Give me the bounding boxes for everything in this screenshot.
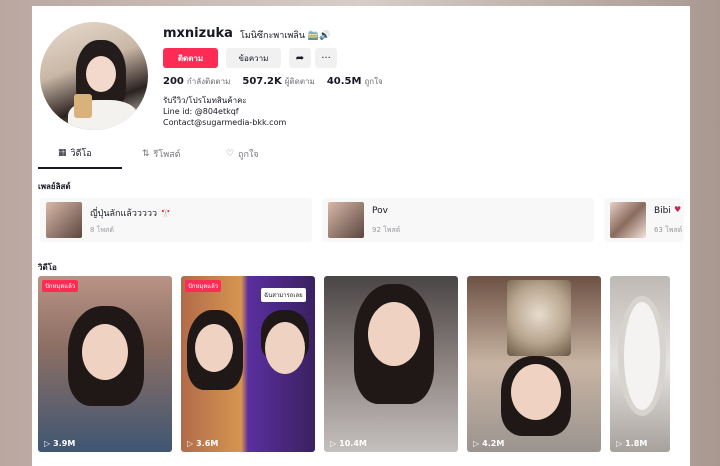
- person-face: [511, 364, 561, 420]
- playlist-name: ญี่ปุ่นลักแล้ววววว 🎌: [90, 209, 172, 219]
- tab-liked[interactable]: ♡ ถูกใจ: [206, 146, 290, 169]
- video-thumbnail[interactable]: ▷ 4.2M: [467, 276, 601, 452]
- bio-line: รับรีวิว/โปรโมทสินค้าคะ: [163, 96, 247, 105]
- playlist-thumbnail: [328, 202, 364, 238]
- view-count: ▷ 4.2M: [473, 439, 505, 448]
- playlist-name: Pov: [372, 206, 388, 216]
- sloth-overlay-image: [507, 280, 571, 356]
- avatar-cup: [74, 94, 92, 118]
- nickname: โมนิซึกะพาเพลิน 🚞🔊: [240, 31, 331, 41]
- profile-tabs: ▦ วิดีโอ ⇅ รีโพสต์ ♡ ถูกใจ: [38, 146, 290, 169]
- username: mxnizuka: [163, 26, 233, 41]
- bio-line: Line id: @804etkqf: [163, 107, 239, 116]
- avatar-face: [86, 56, 116, 92]
- video-thumbnail[interactable]: ▷ 10.4M: [324, 276, 458, 452]
- stat-following[interactable]: 200 กำลังติดตาม: [163, 75, 230, 88]
- heart-icon: ♥: [674, 205, 682, 214]
- playlist-card[interactable]: ญี่ปุ่นลักแล้ววววว 🎌 8 โพสต์: [40, 198, 312, 242]
- tiktok-profile-page: mxnizuka โมนิซึกะพาเพลิน 🚞🔊 ติดตาม ข้อคว…: [32, 6, 690, 466]
- playlist-name: Bibi: [654, 206, 671, 216]
- video-overlay-text: ฉันสามารถเลย: [261, 288, 306, 302]
- play-icon: ▷: [330, 439, 337, 448]
- video-thumbnail[interactable]: ▷ 1.8M: [610, 276, 670, 452]
- playlist-thumbnail: [46, 202, 82, 238]
- more-options-button[interactable]: ···: [315, 48, 337, 68]
- playlist-list: ญี่ปุ่นลักแล้ววววว 🎌 8 โพสต์ Pov 92 โพสต…: [40, 198, 684, 242]
- toilet-image: [618, 296, 666, 416]
- person-face: [195, 324, 233, 372]
- tab-reposts[interactable]: ⇅ รีโพสต์: [122, 146, 206, 169]
- stat-likes: 40.5M ถูกใจ: [326, 76, 383, 87]
- playlist-count: 92 โพสต์: [372, 226, 401, 234]
- bio-line: Contact@sugarmedia-bkk.com: [163, 118, 287, 127]
- grid-icon: ▦: [58, 148, 67, 158]
- videos-heading: วิดีโอ: [38, 263, 57, 272]
- more-icon: ···: [321, 52, 331, 64]
- play-icon: ▷: [44, 439, 51, 448]
- view-count: ▷ 1.8M: [616, 439, 648, 448]
- playlist-thumbnail: [610, 202, 646, 238]
- share-button[interactable]: ➦: [289, 48, 311, 68]
- view-count: ▷ 3.6M: [187, 439, 219, 448]
- follow-button[interactable]: ติดตาม: [163, 48, 218, 68]
- playlist-card[interactable]: Bibi ♥ 63 โพสต์: [604, 198, 684, 242]
- bio: รับรีวิว/โปรโมทสินค้าคะ Line id: @804etk…: [163, 95, 286, 128]
- message-button[interactable]: ข้อความ: [226, 48, 281, 68]
- repost-icon: ⇅: [142, 149, 150, 159]
- view-count: ▷ 10.4M: [330, 439, 367, 448]
- pinned-badge: ปักหมุดแล้ว: [42, 280, 79, 292]
- person-face: [82, 324, 128, 380]
- view-count: ▷ 3.9M: [44, 439, 76, 448]
- tab-videos[interactable]: ▦ วิดีโอ: [38, 146, 122, 169]
- play-icon: ▷: [187, 439, 194, 448]
- video-grid: ปักหมุดแล้ว ▷ 3.9M ปักหมุดแล้ว ฉันสามารถเ…: [38, 276, 670, 452]
- pinned-badge: ปักหมุดแล้ว: [185, 280, 222, 292]
- play-icon: ▷: [616, 439, 623, 448]
- person-face: [265, 322, 305, 374]
- playlists-heading: เพลย์ลิสต์: [38, 182, 71, 191]
- heart-outline-icon: ♡: [226, 149, 235, 159]
- playlist-card[interactable]: Pov 92 โพสต์: [322, 198, 594, 242]
- video-thumbnail[interactable]: ปักหมุดแล้ว ฉันสามารถเลย ▷ 3.6M: [181, 276, 315, 452]
- playlist-count: 63 โพสต์: [654, 226, 683, 234]
- share-icon: ➦: [295, 52, 305, 64]
- playlist-count: 8 โพสต์: [90, 226, 114, 234]
- avatar[interactable]: [40, 22, 148, 130]
- profile-stats: 200 กำลังติดตาม 507.2K ผู้ติดตาม 40.5M ถูกใ…: [163, 75, 383, 88]
- stat-followers[interactable]: 507.2K ผู้ติดตาม: [242, 75, 314, 88]
- person-face: [368, 302, 420, 366]
- video-thumbnail[interactable]: ปักหมุดแล้ว ▷ 3.9M: [38, 276, 172, 452]
- play-icon: ▷: [473, 439, 480, 448]
